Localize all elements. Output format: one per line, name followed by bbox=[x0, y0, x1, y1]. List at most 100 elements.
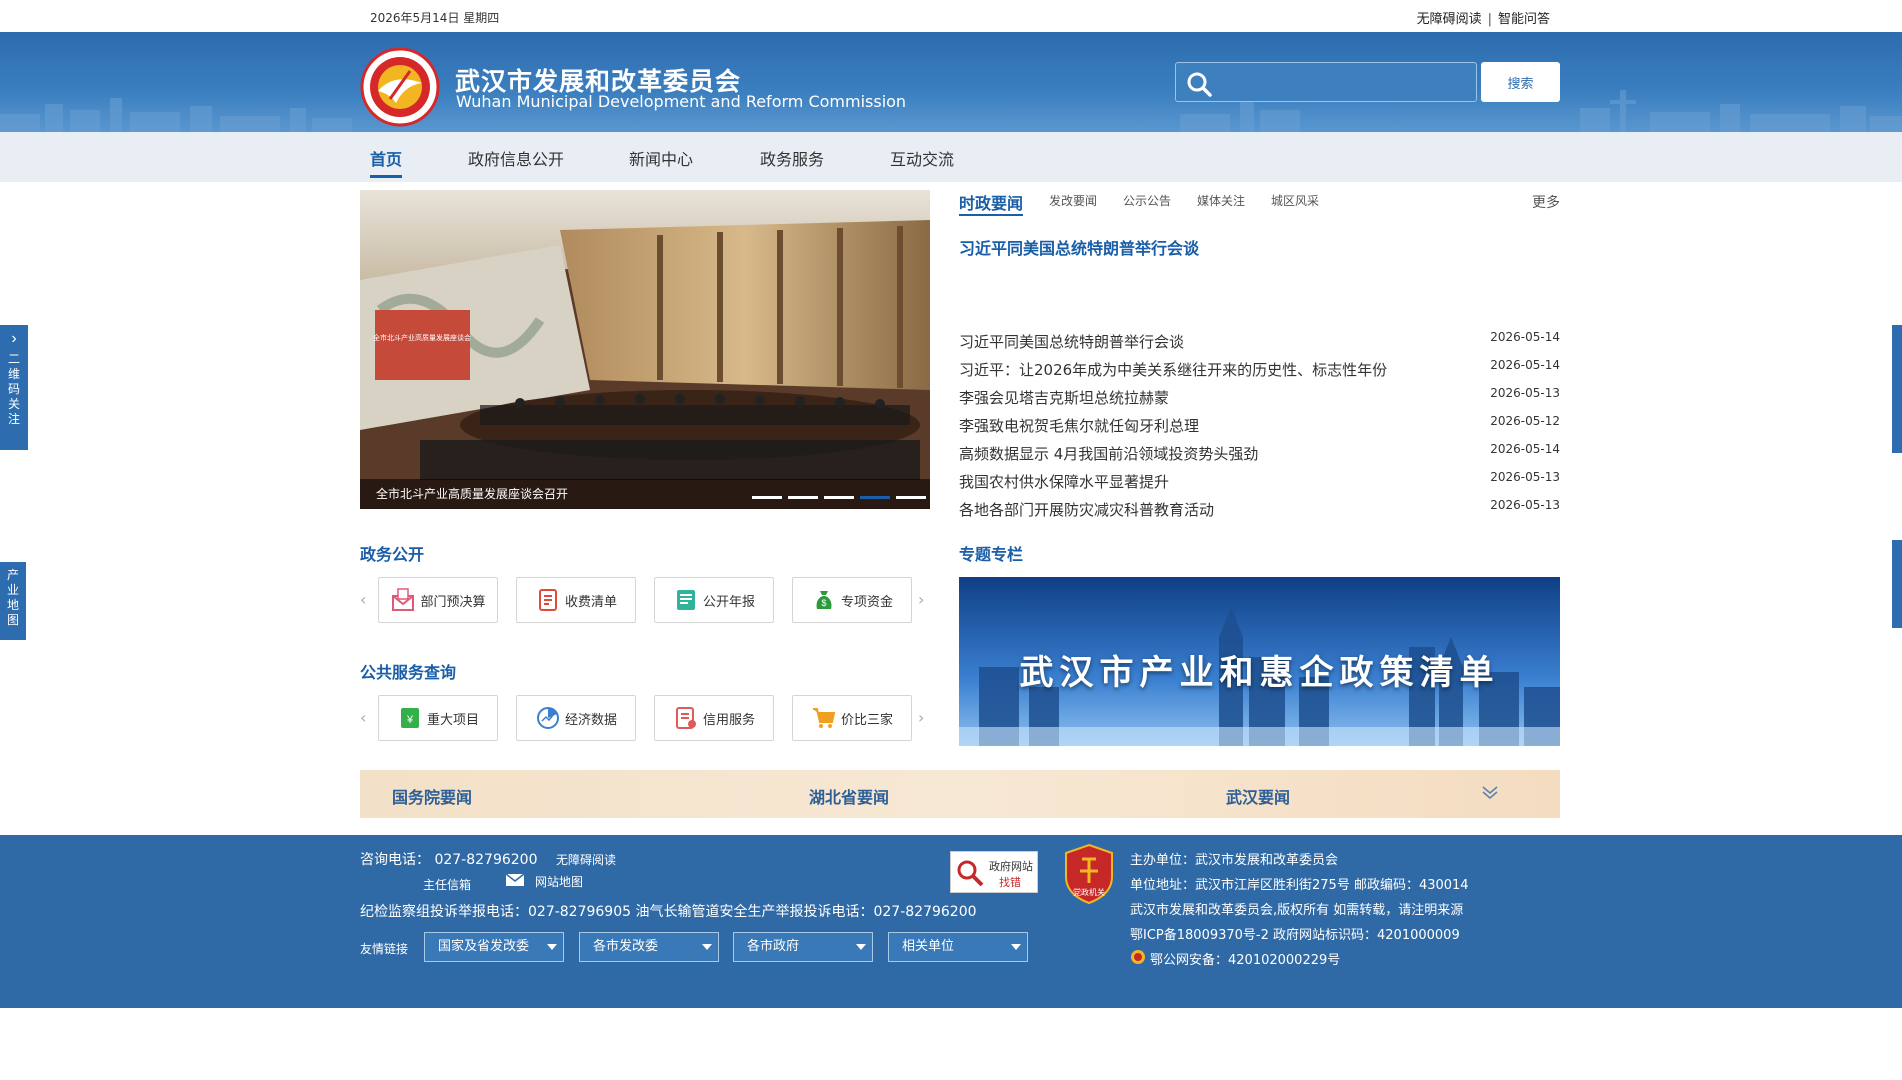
site-footer: 咨询电话： 027-82796200 无障碍阅读 主任信箱 网站地图 纪检监察组… bbox=[0, 835, 1902, 1008]
organization-address: 单位地址：武汉市江岸区胜利街275号 邮政编码：430014 bbox=[1130, 878, 1469, 893]
party-badge-text: 党政机关 bbox=[1073, 887, 1105, 897]
fee-list-button[interactable]: 收费清单 bbox=[516, 577, 636, 623]
carousel-caption[interactable]: 全市北斗产业高质量发展座谈会召开 bbox=[360, 479, 930, 509]
report-icon bbox=[676, 590, 695, 610]
news-title: 高频数据显示 4月我国前沿领域投资势头强劲 bbox=[959, 445, 1259, 463]
credit-service-button[interactable]: 信用服务 bbox=[654, 695, 774, 741]
top-bar: 2026年5月14日 星期四 无障碍阅读 | 智能问答 bbox=[0, 0, 1902, 32]
news-date: 2026-05-13 bbox=[1490, 470, 1560, 484]
news-list-item[interactable]: 李强会见塔吉克斯坦总统拉赫蒙 2026-05-13 bbox=[959, 384, 1560, 412]
tab-district-style[interactable]: 城区风采 bbox=[1271, 192, 1319, 209]
search-input[interactable] bbox=[1220, 63, 1470, 101]
photo-carousel[interactable]: 全市北斗产业高质量发展座谈会 全市北斗产业高质量发展座谈会召开 bbox=[360, 190, 930, 509]
news-list-item[interactable]: 高频数据显示 4月我国前沿领域投资势头强劲 2026-05-14 bbox=[959, 440, 1560, 468]
friend-link-select-related[interactable]: 相关单位 bbox=[888, 932, 1028, 962]
nav-item-home[interactable]: 首页 bbox=[370, 146, 403, 178]
major-projects-button[interactable]: ¥ 重大项目 bbox=[378, 695, 498, 741]
qrcode-follow-tab[interactable]: › 二维码关注 bbox=[0, 325, 28, 450]
list-icon bbox=[538, 589, 557, 611]
news-list-item[interactable]: 李强致电祝贺毛焦尔就任匈牙利总理 2026-05-12 bbox=[959, 412, 1560, 440]
svg-text:¥: ¥ bbox=[406, 714, 414, 726]
annual-report-label: 公开年报 bbox=[702, 594, 755, 610]
right-float-tab-1[interactable] bbox=[1892, 325, 1902, 453]
footer-accessible-link[interactable]: 无障碍阅读 bbox=[556, 851, 616, 868]
policy-list-banner[interactable]: 武汉市产业和惠企政策清单 bbox=[959, 577, 1560, 746]
report-hotlines: 纪检监察组投诉举报电话：027-82796905 油气长输管道安全生产举报投诉电… bbox=[360, 904, 977, 920]
gov-website-error-report[interactable]: 政府网站 找错 bbox=[950, 851, 1038, 893]
search-box bbox=[1175, 62, 1477, 102]
industry-map-tab[interactable]: 产业地图 bbox=[0, 562, 26, 640]
economic-data-button[interactable]: 经济数据 bbox=[516, 695, 636, 741]
news-tabs: 时政要闻 发改要闻 公示公告 媒体关注 城区风采 更多 bbox=[959, 192, 1560, 218]
public-service-prev-arrow[interactable]: ‹ bbox=[360, 708, 366, 727]
hubei-news-link[interactable]: 湖北省要闻 bbox=[809, 784, 889, 808]
envelope-icon bbox=[392, 588, 415, 611]
news-list: 习近平同美国总统特朗普举行会谈 2026-05-14 习近平：让2026年成为中美… bbox=[959, 328, 1560, 524]
gov-err-line1: 政府网站 bbox=[989, 860, 1033, 873]
news-date: 2026-05-14 bbox=[1490, 442, 1560, 456]
party-gov-badge-icon[interactable]: 党政机关 bbox=[1062, 843, 1116, 905]
director-mailbox-link[interactable]: 主任信箱 bbox=[423, 876, 471, 893]
public-service-next-arrow[interactable]: › bbox=[918, 708, 924, 727]
chevron-down-icon[interactable] bbox=[1480, 782, 1500, 802]
police-record[interactable]: 鄂公网安备：420102000229号 bbox=[1150, 949, 1340, 968]
chart-circle-icon bbox=[536, 707, 559, 729]
gov-affairs-prev-arrow[interactable]: ‹ bbox=[360, 590, 366, 609]
friend-link-select-city-drc[interactable]: 各市发改委 bbox=[579, 932, 719, 962]
right-float-tab-2[interactable] bbox=[1892, 540, 1902, 628]
copyright-notice: 武汉市发展和改革委员会,版权所有 如需转载，请注明来源 bbox=[1130, 903, 1464, 918]
news-title: 李强会见塔吉克斯坦总统拉赫蒙 bbox=[959, 389, 1170, 407]
carousel-dot[interactable] bbox=[788, 496, 818, 499]
cart-icon bbox=[812, 708, 836, 728]
tab-announcements[interactable]: 公示公告 bbox=[1123, 192, 1171, 209]
carousel-dot[interactable] bbox=[896, 496, 926, 499]
police-badge-icon bbox=[1131, 950, 1145, 964]
banner-text: 武汉市产业和惠企政策清单 bbox=[1019, 653, 1500, 693]
accessible-reading-link[interactable]: 无障碍阅读 bbox=[1417, 12, 1482, 27]
carousel-slide-text: 全市北斗产业高质量发展座谈会 bbox=[373, 333, 471, 342]
tab-drc-news[interactable]: 发改要闻 bbox=[1049, 192, 1097, 209]
gov-affairs-buttons: ‹ 部门预决算 收费清单 公开年报 $ 专项资金 › bbox=[360, 577, 930, 623]
search-button[interactable]: 搜索 bbox=[1481, 62, 1560, 102]
money-bag-icon: $ bbox=[816, 591, 832, 609]
search-icon bbox=[1187, 72, 1212, 97]
nav-item-gov-info-disclosure[interactable]: 政府信息公开 bbox=[468, 146, 564, 170]
carousel-dot[interactable] bbox=[824, 496, 854, 499]
dept-budget-button[interactable]: 部门预决算 bbox=[378, 577, 498, 623]
site-header: 武汉市发展和改革委员会 Wuhan Municipal Development … bbox=[0, 32, 1902, 132]
smart-qa-link[interactable]: 智能问答 bbox=[1498, 12, 1550, 27]
annual-report-button[interactable]: 公开年报 bbox=[654, 577, 774, 623]
tab-media-focus[interactable]: 媒体关注 bbox=[1197, 192, 1245, 209]
news-more-link[interactable]: 更多 bbox=[1532, 192, 1560, 212]
icp-record[interactable]: 鄂ICP备18009370号-2 政府网站标识码：4201000009 bbox=[1130, 924, 1460, 943]
wuhan-news-link[interactable]: 武汉要闻 bbox=[1226, 784, 1290, 808]
news-date: 2026-05-13 bbox=[1490, 498, 1560, 512]
nav-item-news-center[interactable]: 新闻中心 bbox=[629, 146, 693, 170]
state-council-news-link[interactable]: 国务院要闻 bbox=[392, 784, 472, 808]
news-list-item[interactable]: 各地各部门开展防灾减灾科普教育活动 2026-05-13 bbox=[959, 496, 1560, 524]
gov-affairs-title: 政务公开 bbox=[360, 545, 425, 564]
tab-current-affairs[interactable]: 时政要闻 bbox=[959, 190, 1024, 216]
news-date: 2026-05-14 bbox=[1490, 358, 1560, 372]
carousel-dot[interactable] bbox=[752, 496, 782, 499]
svg-text:$: $ bbox=[821, 598, 826, 608]
news-list-item[interactable]: 习近平：让2026年成为中美关系继往开来的历史性、标志性年份 2026-05-14 bbox=[959, 356, 1560, 384]
special-funds-button[interactable]: $ 专项资金 bbox=[792, 577, 912, 623]
gov-affairs-next-arrow[interactable]: › bbox=[918, 590, 924, 609]
news-list-item[interactable]: 我国农村供水保障水平显著提升 2026-05-13 bbox=[959, 468, 1560, 496]
nav-item-interaction[interactable]: 互动交流 bbox=[890, 146, 954, 170]
industry-map-tab-label: 产业地图 bbox=[6, 568, 19, 627]
commission-logo[interactable] bbox=[360, 47, 440, 127]
news-list-item[interactable]: 习近平同美国总统特朗普举行会谈 2026-05-14 bbox=[959, 328, 1560, 356]
news-headline[interactable]: 习近平同美国总统特朗普举行会谈 bbox=[959, 235, 1199, 259]
credit-service-label: 信用服务 bbox=[702, 712, 755, 728]
nav-item-gov-services[interactable]: 政务服务 bbox=[760, 146, 824, 170]
site-map-link[interactable]: 网站地图 bbox=[535, 873, 583, 890]
price-compare-button[interactable]: 价比三家 bbox=[792, 695, 912, 741]
friend-link-select-national[interactable]: 国家及省发改委 bbox=[424, 932, 564, 962]
qrcode-tab-label: 二维码关注 bbox=[7, 352, 20, 426]
carousel-dot-active[interactable] bbox=[860, 496, 890, 499]
news-title: 我国农村供水保障水平显著提升 bbox=[959, 473, 1170, 491]
major-projects-label: 重大项目 bbox=[426, 712, 479, 728]
friend-link-select-city-gov[interactable]: 各市政府 bbox=[733, 932, 873, 962]
